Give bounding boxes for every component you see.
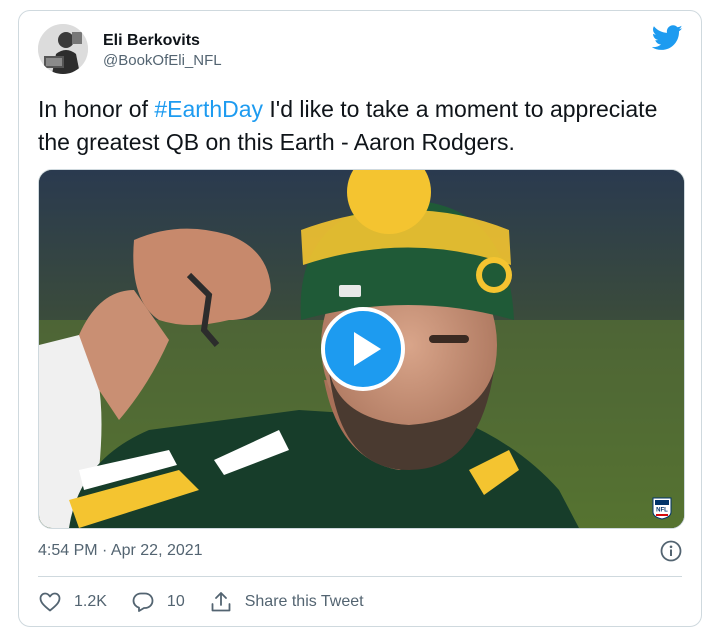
nfl-logo-icon: NFL xyxy=(652,497,672,520)
author-display-name[interactable]: Eli Berkovits xyxy=(103,31,222,51)
share-label: Share this Tweet xyxy=(244,593,364,610)
tweet-actions: 1.2K 10 Share this Tweet xyxy=(38,590,388,614)
reply-icon xyxy=(132,592,154,612)
divider xyxy=(38,576,682,577)
video-player[interactable]: NFL xyxy=(38,169,685,529)
play-icon[interactable] xyxy=(321,307,405,391)
author-handle[interactable]: @BookOfEli_NFL xyxy=(103,51,222,71)
avatar[interactable] xyxy=(38,24,88,74)
tweet-text-before: In honor of xyxy=(38,96,155,122)
reply-button[interactable]: 10 xyxy=(131,590,185,614)
info-icon[interactable] xyxy=(659,539,683,563)
tweet-text: In honor of #EarthDay I'd like to take a… xyxy=(38,93,688,159)
author-info: Eli Berkovits @BookOfEli_NFL xyxy=(103,31,222,71)
hashtag-link[interactable]: #EarthDay xyxy=(154,96,263,122)
like-button[interactable]: 1.2K xyxy=(38,590,107,614)
reply-count: 10 xyxy=(166,593,185,610)
tweet-card[interactable]: Eli Berkovits @BookOfEli_NFL In honor of… xyxy=(18,10,702,627)
twitter-bird-icon[interactable] xyxy=(652,25,683,51)
nfl-watermark-text: NFL xyxy=(656,508,668,514)
heart-icon xyxy=(39,592,61,612)
tweet-timestamp[interactable]: 4:54 PM · Apr 22, 2021 xyxy=(38,540,203,562)
like-count: 1.2K xyxy=(74,593,107,610)
share-icon xyxy=(211,592,231,612)
share-button[interactable]: Share this Tweet xyxy=(209,590,364,614)
